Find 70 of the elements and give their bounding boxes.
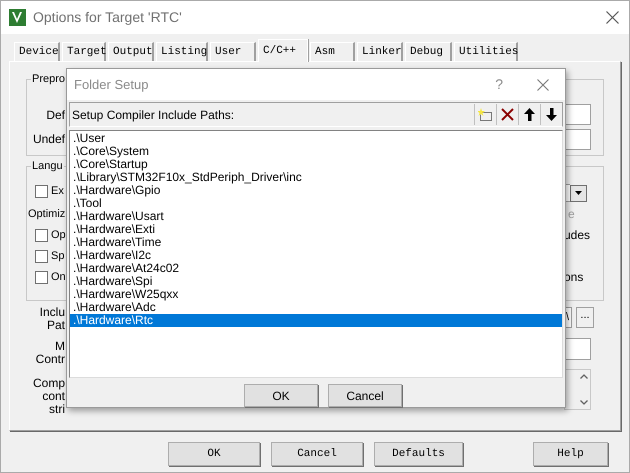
option-text: e <box>568 207 575 221</box>
input-field[interactable] <box>564 338 591 360</box>
checkbox-label: Sp <box>51 249 64 263</box>
delete-icon <box>501 108 514 121</box>
path-item[interactable]: .\Hardware\Usart <box>70 210 562 223</box>
list-label: Setup Compiler Include Paths: <box>72 106 234 124</box>
path-item[interactable]: .\User <box>70 132 562 145</box>
dialog-button[interactable]: OK <box>168 442 260 466</box>
checkbox[interactable] <box>35 250 48 262</box>
field-label: Inclu <box>40 306 65 319</box>
group-legend: Langu <box>31 159 64 173</box>
caret-icon <box>575 191 582 195</box>
input-field[interactable] <box>564 129 591 150</box>
checkbox-label: Ex <box>51 184 64 198</box>
path-item[interactable]: .\Hardware\Time <box>70 236 562 249</box>
field-label: Optimiz <box>28 207 66 221</box>
dialog-button[interactable]: Defaults <box>374 442 463 466</box>
field-label: cont <box>42 390 65 403</box>
checkbox-label: Op <box>51 228 66 242</box>
field-label: stri <box>49 403 65 416</box>
path-item[interactable]: .\Library\STM32F10x_StdPeriph_Driver\inc <box>70 171 562 184</box>
dialog-button[interactable]: OK <box>244 384 318 407</box>
dropdown-button[interactable] <box>570 184 587 202</box>
checkbox[interactable] <box>35 184 48 198</box>
path-item[interactable]: .\Hardware\I2c <box>70 249 562 262</box>
path-item[interactable]: .\Hardware\Gpio <box>70 184 562 197</box>
arrow-up-icon <box>524 108 535 121</box>
dialog-button[interactable]: Cancel <box>328 384 402 407</box>
path-item[interactable]: .\Hardware\Adc <box>70 301 562 314</box>
close-icon[interactable] <box>537 78 549 90</box>
tab[interactable]: Debug <box>405 42 452 61</box>
field-label: Comp <box>32 377 65 390</box>
tab[interactable]: Target <box>62 42 106 61</box>
path-item[interactable]: .\Hardware\Spi <box>70 275 562 288</box>
input-field[interactable] <box>564 104 591 125</box>
group-legend: Prepro <box>31 72 66 86</box>
tab[interactable]: Linker <box>357 42 403 61</box>
tab[interactable]: Output <box>108 42 154 61</box>
new-folder-icon <box>478 108 493 122</box>
window-title: Options for Target 'RTC' <box>33 8 182 27</box>
tab[interactable]: User <box>210 42 256 61</box>
scroll-down-icon[interactable] <box>580 400 588 405</box>
tab[interactable]: Listing <box>156 42 208 61</box>
field-label: Def <box>46 108 65 122</box>
app-icon <box>9 9 26 26</box>
close-icon[interactable] <box>606 11 619 24</box>
tab[interactable]: Utilities <box>454 42 518 61</box>
tab[interactable]: C/C++ <box>258 39 308 62</box>
path-item[interactable]: .\Hardware\Rtc <box>70 314 562 327</box>
checkbox-label: On <box>51 270 66 284</box>
path-item[interactable]: .\Tool <box>70 197 562 210</box>
dialog-title: Folder Setup <box>74 76 148 94</box>
tab[interactable]: Device <box>14 42 60 61</box>
dialog-button[interactable]: Cancel <box>271 442 363 466</box>
scroll-up-icon[interactable] <box>580 374 588 379</box>
tab[interactable]: Asm <box>310 42 355 61</box>
path-item[interactable]: .\Hardware\Exti <box>70 223 562 236</box>
field-label: Pat <box>46 319 65 332</box>
path-item[interactable]: .\Core\System <box>70 145 562 158</box>
field-label: Undef <box>32 132 65 146</box>
path-item[interactable]: .\Hardware\W25qxx <box>70 288 562 301</box>
checkbox[interactable] <box>35 228 48 242</box>
field-label: Contr <box>36 353 65 366</box>
path-item[interactable]: .\Core\Startup <box>70 158 562 171</box>
browse-button[interactable]: ... <box>576 307 594 328</box>
checkbox[interactable] <box>35 270 48 284</box>
arrow-down-icon <box>546 108 557 121</box>
field-label: M <box>55 340 65 353</box>
path-item[interactable]: .\Hardware\At24c02 <box>70 262 562 275</box>
dialog-button[interactable]: Help <box>533 442 608 466</box>
